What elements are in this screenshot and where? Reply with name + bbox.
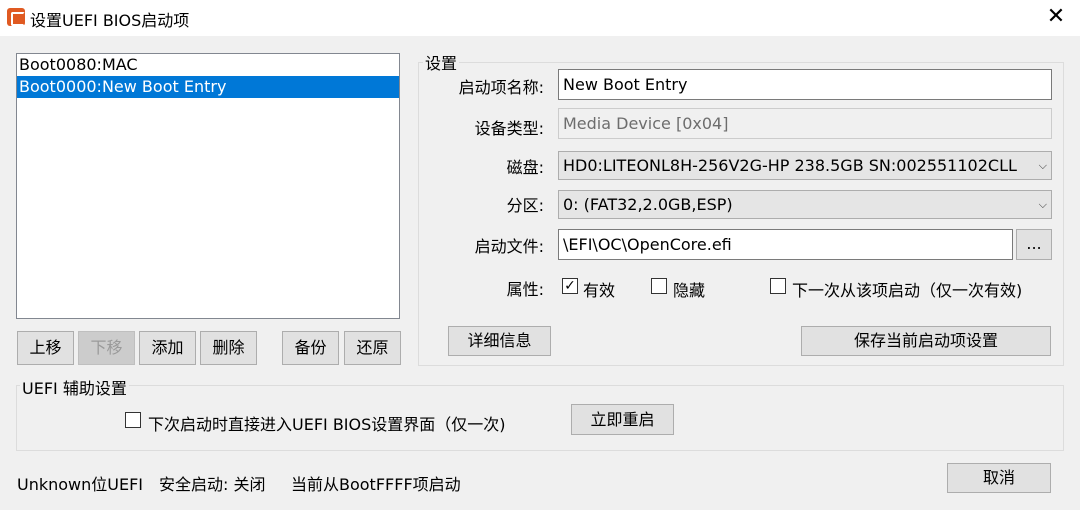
app-icon — [7, 8, 25, 26]
backup-button[interactable]: 备份 — [282, 331, 339, 365]
browse-button[interactable]: ... — [1016, 229, 1052, 260]
partition-select[interactable]: 0: (FAT32,2.0GB,ESP) ⌵ — [558, 190, 1052, 219]
active-checkbox-label[interactable]: 有效 — [583, 277, 615, 301]
device-type-label: 设备类型: — [474, 119, 544, 138]
boot-entry-list[interactable]: Boot0080:MAC Boot0000:New Boot Entry — [16, 53, 400, 319]
move-up-button[interactable]: 上移 — [17, 331, 74, 365]
enter-bios-checkbox[interactable] — [125, 412, 141, 428]
next-boot-checkbox[interactable] — [770, 278, 786, 294]
device-type-field: Media Device [0x04] — [558, 108, 1052, 139]
current-boot-status: 当前从BootFFFF项启动 — [291, 475, 461, 494]
partition-label: 分区: — [506, 196, 544, 215]
title-bar: 设置UEFI BIOS启动项 ✕ — [0, 0, 1080, 36]
delete-button[interactable]: 删除 — [200, 331, 257, 365]
cancel-button[interactable]: 取消 — [947, 463, 1051, 493]
close-icon[interactable]: ✕ — [1042, 2, 1070, 32]
list-item[interactable]: Boot0080:MAC — [17, 54, 399, 76]
partition-select-value: 0: (FAT32,2.0GB,ESP) — [563, 195, 733, 214]
disk-label: 磁盘: — [506, 158, 544, 177]
boot-name-label: 启动项名称: — [458, 78, 544, 97]
settings-group-title: 设置 — [423, 50, 460, 74]
enter-bios-checkbox-label[interactable]: 下次启动时直接进入UEFI BIOS设置界面（仅一次) — [148, 411, 506, 435]
hidden-checkbox-label[interactable]: 隐藏 — [673, 277, 705, 301]
add-button[interactable]: 添加 — [139, 331, 196, 365]
disk-select[interactable]: HD0:LITEONL8H-256V2G-HP 238.5GB SN:00255… — [558, 151, 1052, 180]
next-boot-checkbox-label[interactable]: 下一次从该项启动（仅一次有效) — [792, 277, 1022, 301]
window-title: 设置UEFI BIOS启动项 — [30, 11, 190, 30]
restart-now-button[interactable]: 立即重启 — [571, 404, 674, 435]
uefi-helper-title: UEFI 辅助设置 — [20, 375, 129, 399]
details-button[interactable]: 详细信息 — [448, 326, 551, 356]
boot-file-field[interactable]: \EFI\OC\OpenCore.efi — [558, 229, 1013, 260]
boot-name-field[interactable]: New Boot Entry — [558, 69, 1052, 100]
list-item-selected[interactable]: Boot0000:New Boot Entry — [17, 76, 399, 98]
restore-button[interactable]: 还原 — [344, 331, 401, 365]
hidden-checkbox[interactable] — [651, 278, 667, 294]
boot-file-label: 启动文件: — [474, 237, 544, 256]
save-settings-button[interactable]: 保存当前启动项设置 — [801, 326, 1051, 356]
secure-boot-status: 安全启动: 关闭 — [159, 475, 266, 494]
disk-select-value: HD0:LITEONL8H-256V2G-HP 238.5GB SN:00255… — [563, 156, 1017, 175]
active-checkbox[interactable]: ✓ — [562, 278, 578, 294]
move-down-button[interactable]: 下移 — [78, 331, 135, 365]
chevron-down-icon: ⌵ — [1038, 198, 1047, 211]
chevron-down-icon: ⌵ — [1038, 159, 1047, 172]
attributes-label: 属性: — [506, 280, 544, 299]
firmware-status: Unknown位UEFI — [17, 475, 144, 494]
